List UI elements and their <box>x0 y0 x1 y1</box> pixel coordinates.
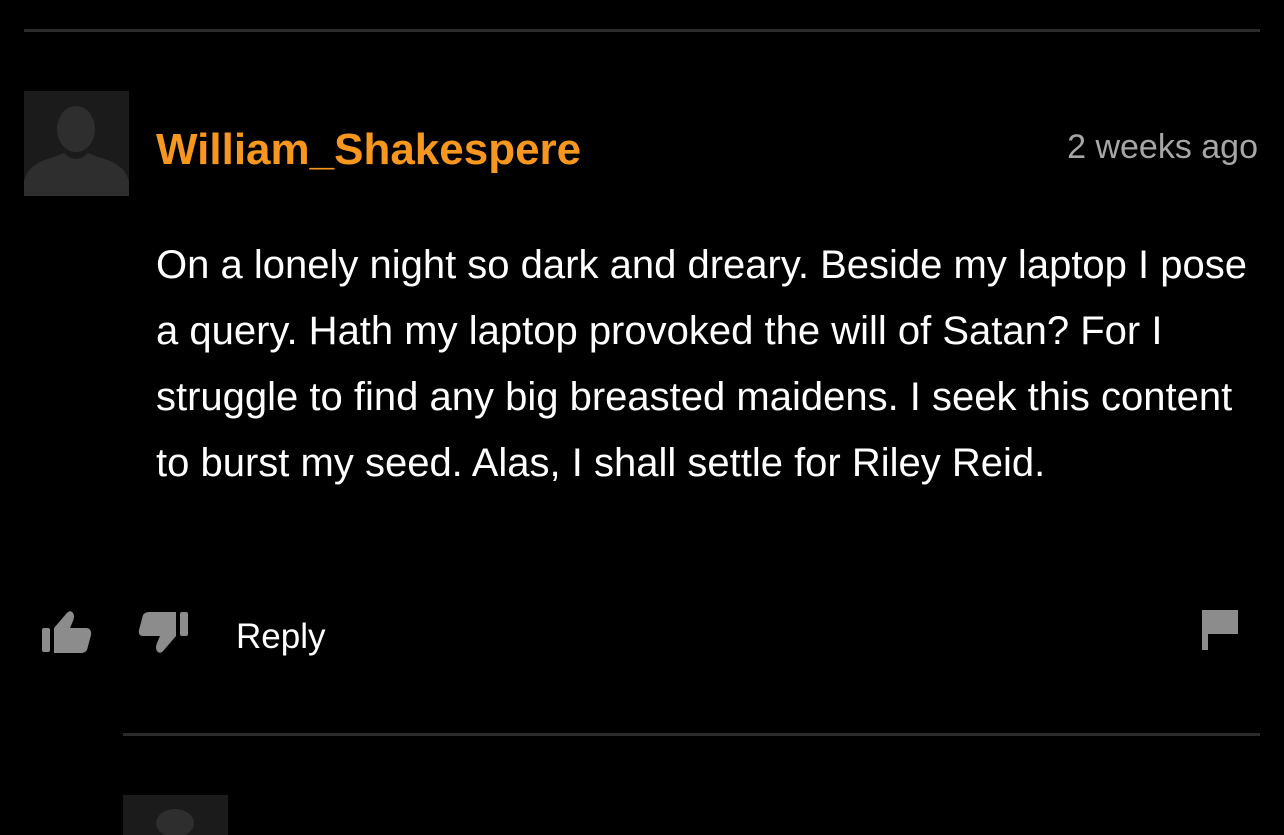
reply-divider <box>123 733 1260 736</box>
avatar[interactable] <box>24 91 129 196</box>
thumbs-down-icon[interactable] <box>136 608 190 658</box>
next-comment-avatar[interactable] <box>123 795 228 835</box>
username[interactable]: William_Shakespere <box>156 124 581 176</box>
default-user-icon <box>156 809 194 835</box>
reply-button[interactable]: Reply <box>236 614 325 660</box>
timestamp: 2 weeks ago <box>1067 128 1258 166</box>
default-user-icon <box>24 106 129 196</box>
top-divider <box>24 29 1260 32</box>
thumbs-up-icon[interactable] <box>40 608 94 658</box>
comment-text: On a lonely night so dark and dreary. Be… <box>156 243 1247 485</box>
flag-icon[interactable] <box>1200 608 1244 652</box>
